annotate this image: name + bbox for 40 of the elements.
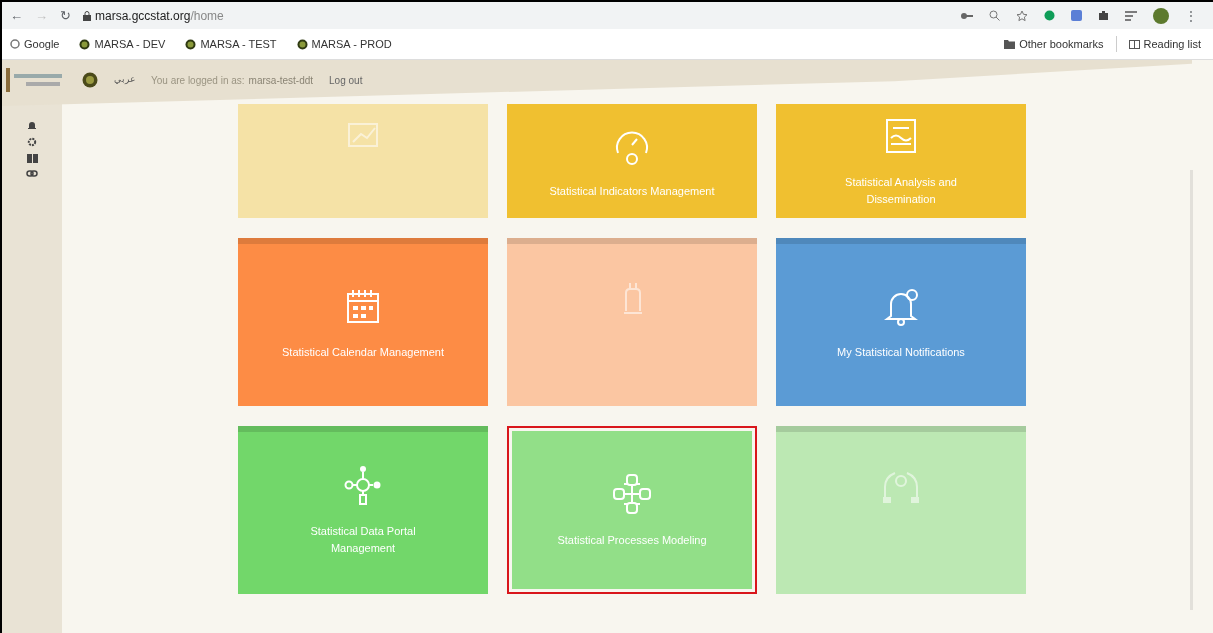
star-icon[interactable] — [1016, 9, 1028, 22]
google-icon — [10, 39, 20, 49]
link-icon[interactable] — [26, 170, 38, 177]
language-globe-icon[interactable] — [82, 72, 98, 88]
tile-label: Statistical Analysis and Dissemination — [844, 175, 958, 207]
bell-icon[interactable] — [27, 120, 37, 130]
process-icon — [610, 471, 654, 516]
tile-label: Statistical Indicators Management — [548, 183, 716, 199]
address-bar[interactable]: marsa.gccstat.org/home — [95, 6, 224, 25]
folder-icon — [1004, 39, 1016, 49]
tile-label: My Statistical Notifications — [836, 344, 966, 360]
language-link[interactable]: عربي — [114, 73, 135, 87]
login-status-text: You are logged in as: — [151, 73, 245, 88]
other-bookmarks-link[interactable]: Other bookmarks — [1004, 35, 1104, 53]
tile-label: Statistical Data Portal Management — [309, 524, 417, 556]
tile-label: Statistical Processes Modeling — [556, 532, 708, 548]
avatar-icon[interactable] — [1153, 7, 1169, 24]
reload-button[interactable]: ↻ — [60, 5, 71, 26]
username-text: marsa-test-ddt — [248, 73, 314, 88]
bookmark-link[interactable]: Google — [10, 35, 60, 53]
site-icon — [185, 38, 197, 50]
search-icon[interactable] — [989, 10, 1000, 21]
logout-link[interactable]: Log out — [329, 72, 363, 88]
bookmark-link[interactable]: MARSA - DEV — [79, 35, 166, 53]
reading-list-link[interactable]: Reading list — [1128, 35, 1201, 53]
lock-icon — [83, 10, 91, 21]
bookmark-link[interactable]: MARSA - PROD — [296, 35, 392, 53]
back-button[interactable]: ← — [10, 5, 23, 26]
site-icon — [79, 38, 91, 50]
settings-icon[interactable] — [27, 137, 37, 147]
extension-icon[interactable] — [1071, 10, 1082, 21]
tile-label: Statistical Calendar Management — [281, 344, 445, 360]
menu-button[interactable]: ⋮ — [1185, 6, 1197, 25]
bookmark-link[interactable]: MARSA - TEST — [185, 35, 277, 53]
book-icon[interactable] — [26, 154, 38, 163]
key-icon[interactable] — [961, 11, 973, 20]
site-icon — [296, 38, 308, 50]
extension-icon[interactable] — [1044, 10, 1055, 21]
reading-list-icon — [1128, 39, 1140, 49]
reading-list-icon[interactable] — [1125, 10, 1137, 21]
